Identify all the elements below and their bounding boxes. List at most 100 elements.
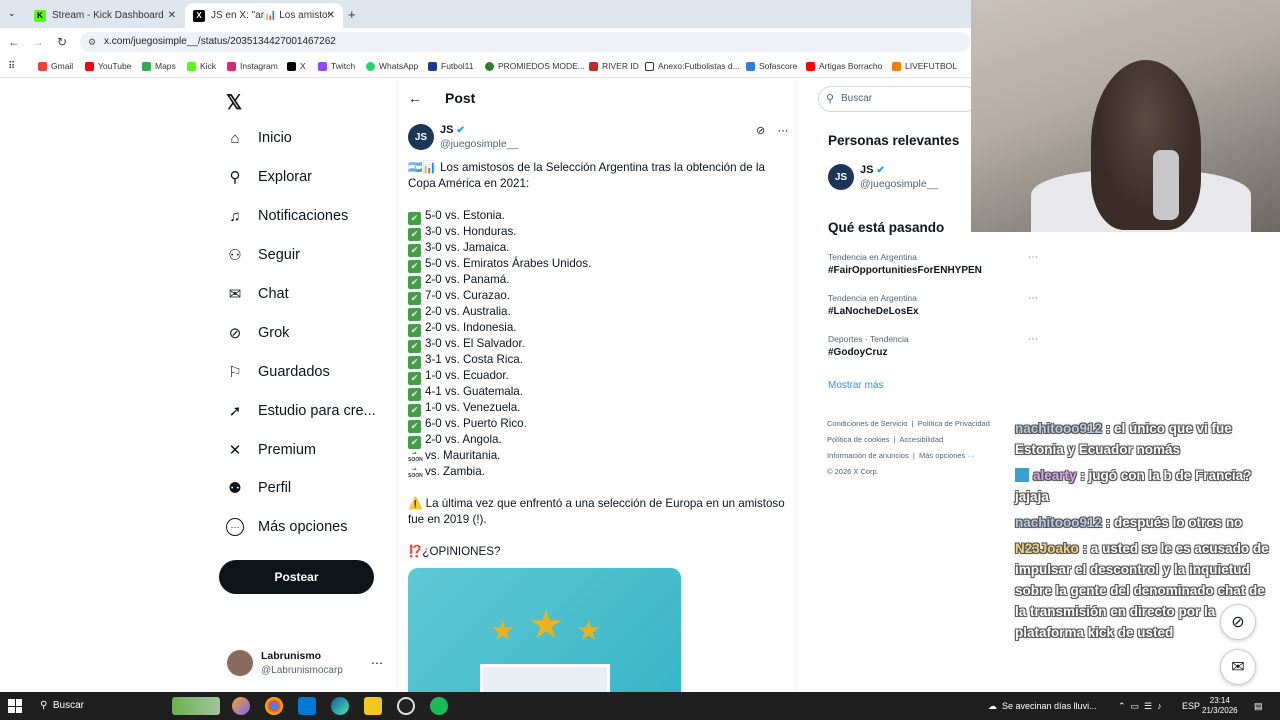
messages-fab-icon[interactable]: ✉: [1220, 649, 1256, 685]
site-info-icon[interactable]: ⚙: [88, 32, 96, 52]
search-input[interactable]: ⚲ Buscar: [818, 86, 978, 112]
relevant-handle[interactable]: @juegosimple__: [860, 178, 938, 190]
tray-icons[interactable]: ⌃ ▭ ☰ ♪: [1118, 701, 1162, 712]
spotify-icon[interactable]: [430, 697, 448, 715]
account-switcher[interactable]: Labrunismo @Labrunismocarp ⋯: [227, 648, 387, 682]
trend-item[interactable]: Tendencia en Argentina #FairOpportunitie…: [828, 252, 1038, 276]
apps-icon[interactable]: ⠿: [8, 61, 15, 72]
twitch-icon: [318, 61, 327, 71]
bookmark-artigas[interactable]: Artigas Borracho: [806, 61, 882, 71]
tab-x-post[interactable]: X JS en X: "ar📊 Los amistosos d ✕: [185, 3, 343, 28]
x-icon: [287, 61, 296, 71]
sidebar-item-estudio[interactable]: ➚ Estudio para cre...: [226, 399, 376, 423]
x-premium-icon: ✕: [228, 442, 242, 459]
footer-links: Condiciones de Servicio | Política de Pr…: [827, 419, 990, 476]
trend-item[interactable]: Deportes · Tendencia #GodoyCruz ⋯: [828, 334, 1038, 358]
bookmark-youtube[interactable]: YouTube: [85, 61, 131, 71]
relevant-avatar[interactable]: JS: [828, 164, 854, 190]
sidebar-item-label: Seguir: [258, 247, 300, 263]
author-avatar[interactable]: JS: [408, 124, 434, 150]
grok-fab-icon[interactable]: ⊘: [1220, 604, 1256, 640]
relevant-name[interactable]: JS ✔: [860, 164, 885, 176]
soon-arrow-icon: ⇀ SOON: [408, 451, 423, 463]
chrome-icon[interactable]: [265, 697, 283, 715]
clock[interactable]: 23:14 21/3/2026: [1202, 696, 1238, 716]
reload-icon[interactable]: ↻: [50, 35, 74, 49]
search-icon: ⚲: [826, 93, 835, 105]
store-icon[interactable]: [298, 697, 316, 715]
chat-message: nachitooo912 : después lo otros no: [1015, 515, 1243, 530]
bookmark-gmail[interactable]: Gmail: [38, 61, 73, 71]
futbol11-icon: [428, 61, 437, 71]
chat-message: nachitooo912 : el único que vi fue Eston…: [1015, 421, 1232, 457]
x-logo-icon[interactable]: 𝕏: [226, 90, 242, 115]
tab-list-button[interactable]: ⌄: [8, 8, 16, 19]
back-icon[interactable]: ←: [2, 35, 26, 49]
sidebar-item-chat[interactable]: ✉ Chat: [226, 282, 289, 306]
show-more-link[interactable]: Mostrar más: [828, 380, 884, 391]
bookmark-river-id[interactable]: RIVER ID: [589, 61, 639, 71]
landscape-widget-icon[interactable]: [172, 697, 220, 715]
bookmark-sofascore[interactable]: Sofascore: [746, 61, 797, 71]
sidebar-item-explorar[interactable]: ⚲ Explorar: [226, 165, 313, 189]
results-list: ✔ 5-0 vs. Estonia. ✔ 3-0 vs. Honduras. ✔ 3-0 …: [408, 208, 793, 449]
copilot-icon[interactable]: [232, 697, 250, 715]
bookmark-whatsapp[interactable]: WhatsApp: [366, 61, 418, 71]
microphone: [1153, 150, 1179, 220]
sidebar-item-notificaciones[interactable]: ♫ Notificaciones: [226, 204, 348, 228]
result-line: ✔ 5-0 vs. Emiratos Árabes Unidos.: [408, 256, 793, 273]
file-explorer-icon[interactable]: [364, 697, 382, 715]
close-tab-icon[interactable]: ✕: [327, 10, 335, 21]
grok-icon[interactable]: ⊘: [756, 125, 765, 137]
post-button[interactable]: Postear: [219, 560, 374, 594]
trend-item[interactable]: Tendencia en Argentina #LaNocheDeLosEx ⋯: [828, 293, 1038, 317]
author-handle[interactable]: @juegosimple__: [440, 138, 518, 150]
avatar: [227, 650, 253, 676]
url-field[interactable]: ⚙ x.com/juegosimple__/status/20351344270…: [80, 32, 970, 52]
x-favicon-icon: X: [193, 9, 205, 22]
tab-kick-dashboard[interactable]: K Stream - Kick Dashboard ✕: [26, 3, 184, 28]
bookmark-instagram[interactable]: Instagram: [227, 61, 278, 71]
bookmark-twitch[interactable]: Twitch: [318, 61, 355, 71]
sidebar-item-mas-opciones[interactable]: ⋯ Más opciones: [226, 515, 347, 539]
more-icon[interactable]: ⋯: [1028, 293, 1038, 304]
close-tab-icon[interactable]: ✕: [168, 10, 176, 21]
obs-icon[interactable]: [397, 697, 415, 715]
result-line: ✔ 2-0 vs. Panamá.: [408, 272, 793, 289]
sidebar-item-seguir[interactable]: ⚇ Seguir: [226, 243, 300, 267]
taskbar-search[interactable]: ⚲ Buscar: [40, 700, 84, 711]
back-arrow-icon[interactable]: ←: [408, 90, 422, 106]
author-name[interactable]: JS ✔: [440, 124, 465, 136]
more-icon[interactable]: ⋯: [1028, 252, 1038, 263]
upcoming-line: ⇀ SOON vs. Mauritania.: [408, 449, 501, 463]
more-icon[interactable]: ⋯: [777, 125, 788, 137]
new-tab-button[interactable]: +: [348, 7, 356, 22]
forward-icon[interactable]: →: [26, 35, 50, 49]
bookmark-maps[interactable]: Maps: [142, 61, 176, 71]
youtube-icon: [85, 61, 94, 71]
sidebar-item-perfil[interactable]: ⚉ Perfil: [226, 476, 291, 500]
language-indicator[interactable]: ESP: [1182, 701, 1200, 711]
bookmark-x[interactable]: X: [287, 61, 306, 71]
sidebar-item-guardados[interactable]: ⚐ Guardados: [226, 360, 329, 384]
sidebar-item-grok[interactable]: ⊘ Grok: [226, 321, 290, 345]
more-icon[interactable]: ⋯: [1028, 334, 1038, 345]
sidebar-item-label: Estudio para cre...: [258, 403, 376, 419]
post-image[interactable]: ★ ★ ★: [408, 568, 681, 692]
notifications-icon[interactable]: ▤: [1254, 701, 1263, 712]
bell-icon: ♫: [229, 207, 241, 225]
bookmark-kick[interactable]: Kick: [187, 61, 216, 71]
sidebar-item-inicio[interactable]: ⌂ Inicio: [226, 126, 291, 150]
edge-icon[interactable]: [331, 697, 349, 715]
bookmark-promiedos[interactable]: PROMIEDOS MODE...: [485, 61, 585, 71]
bookmark-futbol11[interactable]: Futbol11: [428, 61, 473, 71]
maps-icon: [142, 61, 151, 71]
weather-widget[interactable]: ☁ Se avecinan días lluvi...: [988, 701, 1097, 712]
gmail-icon: [38, 61, 47, 71]
result-line: ✔ 3-0 vs. El Salvador.: [408, 336, 793, 353]
bookmark-livefutbol[interactable]: LIVEFUTBOL: [892, 61, 957, 71]
sofascore-icon: [746, 61, 755, 71]
windows-start-icon[interactable]: [8, 699, 22, 713]
bookmark-wikipedia[interactable]: Anexo:Futbolistas d...: [645, 61, 740, 71]
sidebar-item-premium[interactable]: ✕ Premium: [226, 438, 316, 462]
